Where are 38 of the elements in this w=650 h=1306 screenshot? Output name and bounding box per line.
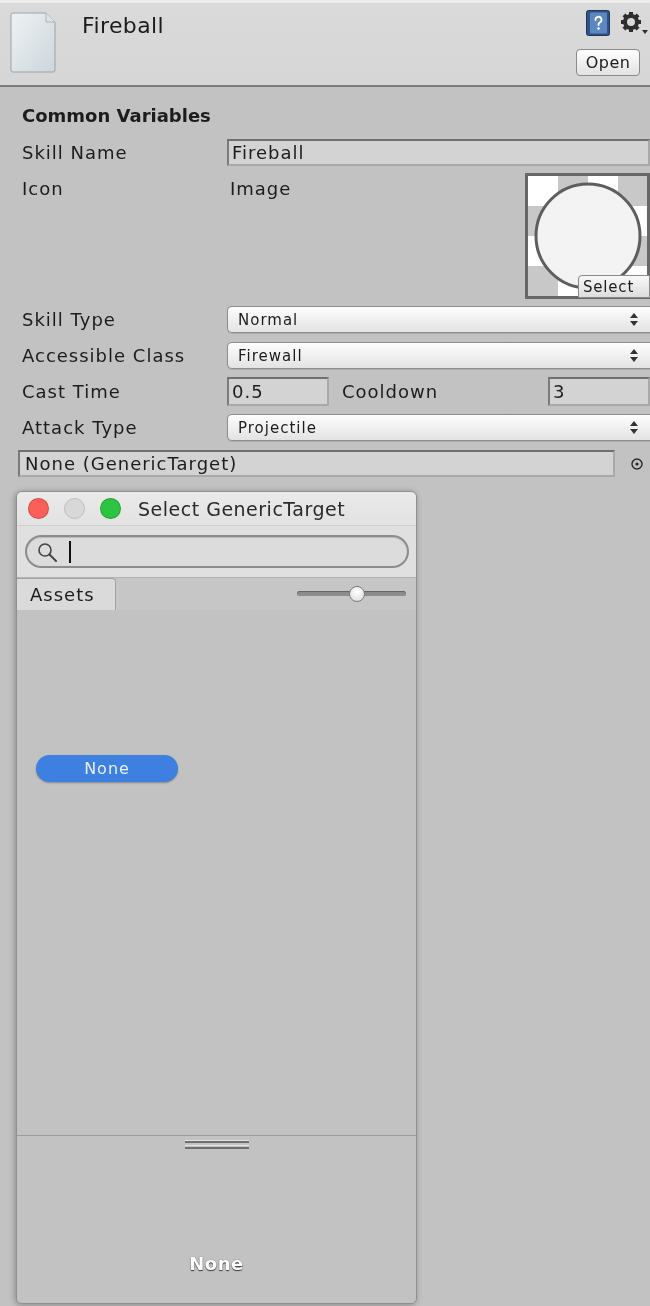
number-field[interactable]: 3 [548, 377, 650, 406]
section-title: Common Variables [22, 104, 211, 128]
number-field[interactable]: 0.5 [227, 377, 329, 406]
window-title: Select GenericTarget [138, 497, 346, 520]
select-button[interactable]: Select [578, 275, 650, 298]
updown-arrows-icon [630, 349, 638, 362]
file-icon [10, 12, 56, 73]
field-label: Accessible Class [22, 344, 187, 368]
close-button[interactable] [28, 498, 49, 519]
asset-title: Fireball [82, 12, 165, 40]
image-caption: Image [229, 177, 292, 201]
settings-icon[interactable] [620, 11, 648, 35]
open-button[interactable]: Open [576, 49, 640, 76]
zoom-button[interactable] [100, 498, 121, 519]
object-field[interactable]: None (GenericTarget) [18, 450, 615, 477]
text-field[interactable]: Fireball [227, 139, 650, 166]
updown-arrows-icon [630, 421, 638, 434]
target-picker-icon[interactable] [631, 457, 643, 470]
circle-sprite-icon [533, 182, 642, 290]
updown-arrows-icon [630, 313, 638, 326]
field-label: Icon [22, 177, 65, 201]
field-label: Cast Time [22, 380, 122, 404]
search-icon [37, 541, 57, 562]
preview-label: None [189, 1253, 244, 1275]
field-label: Cooldown [342, 380, 440, 404]
dropdown[interactable]: Projectile [227, 414, 650, 441]
assets-tab[interactable]: Assets [17, 578, 116, 610]
slider-thumb[interactable] [349, 586, 366, 602]
search-field[interactable] [25, 535, 409, 568]
help-book-icon[interactable] [586, 10, 610, 36]
size-slider[interactable] [297, 586, 406, 602]
field-label: Attack Type [22, 416, 139, 440]
dropdown[interactable]: Firewall [227, 342, 650, 369]
drag-handle-icon[interactable] [184, 1140, 249, 1150]
field-label: Skill Name [22, 141, 129, 165]
sprite-field[interactable]: Select [525, 173, 650, 299]
field-label: Skill Type [22, 308, 117, 332]
dropdown[interactable]: Normal [227, 306, 650, 333]
